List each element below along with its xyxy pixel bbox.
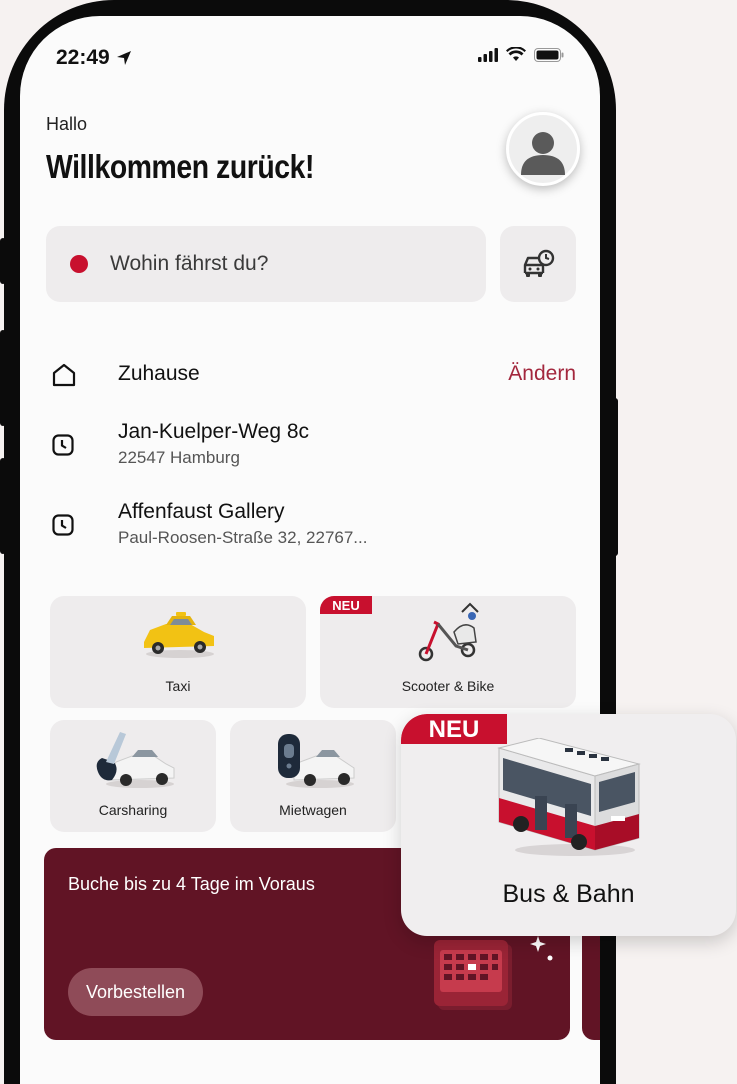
wifi-icon — [506, 47, 526, 61]
user-icon — [521, 132, 565, 175]
place-subtitle: Paul-Roosen-Straße 32, 22767... — [118, 528, 368, 547]
calendar-icon — [434, 936, 553, 1010]
service-label: Taxi — [165, 678, 191, 694]
service-label: Scooter & Bike — [401, 678, 495, 694]
battery-icon — [534, 47, 564, 62]
new-badge: NEU — [401, 714, 507, 744]
service-tile-mietwagen[interactable]: Mietwagen — [230, 720, 396, 832]
signal-icon — [478, 47, 498, 62]
destination-dot-icon — [70, 255, 88, 273]
status-icons — [478, 47, 564, 62]
service-tile-carsharing[interactable]: Carsharing — [50, 720, 216, 832]
search-placeholder: Wohin fährst du? — [110, 252, 269, 275]
service-tile-bus-bahn[interactable]: NEU Bus & Bahn — [401, 714, 736, 936]
service-label: Carsharing — [98, 802, 168, 818]
service-tile-scooter-bike[interactable]: NEU Scooter & Bike — [320, 596, 576, 708]
page-title: Willkommen zurück! — [46, 148, 314, 185]
service-label: Bus & Bahn — [502, 880, 635, 908]
place-item-home[interactable]: Zuhause Ändern — [46, 360, 576, 390]
service-label: Mietwagen — [279, 802, 347, 818]
place-item-recent[interactable]: Affenfaust Gallery Paul-Roosen-Straße 32… — [46, 500, 576, 550]
change-home-link[interactable]: Ändern — [508, 362, 576, 386]
clock-icon — [52, 514, 74, 536]
place-title: Affenfaust Gallery — [118, 500, 285, 523]
car-clock-icon — [523, 249, 555, 277]
place-title: Jan-Kuelper-Weg 8c — [118, 420, 310, 443]
status-time: 22:49 — [56, 46, 132, 70]
preorder-button[interactable]: Vorbestellen — [68, 968, 204, 1016]
greeting: Hallo — [46, 114, 88, 134]
home-icon — [52, 363, 76, 387]
carsharing-icon — [96, 732, 175, 788]
profile-avatar-button[interactable] — [506, 112, 580, 186]
clock-icon — [52, 434, 74, 456]
taxi-car-icon — [144, 612, 214, 658]
place-title: Zuhause — [118, 362, 200, 385]
destination-search-input[interactable]: Wohin fährst du? — [46, 226, 486, 302]
rental-car-icon — [278, 734, 355, 788]
place-subtitle: 22547 Hamburg — [118, 448, 240, 467]
schedule-ride-button[interactable] — [500, 226, 576, 302]
service-tile-taxi[interactable]: Taxi — [50, 596, 306, 708]
scooter-bike-icon — [418, 602, 479, 662]
location-arrow-icon — [116, 51, 131, 65]
bus-icon — [497, 738, 641, 856]
new-badge: NEU — [320, 596, 372, 614]
place-item-recent[interactable]: Jan-Kuelper-Weg 8c 22547 Hamburg — [46, 420, 576, 470]
promo-text: Buche bis zu 4 Tage im Voraus — [68, 874, 315, 894]
